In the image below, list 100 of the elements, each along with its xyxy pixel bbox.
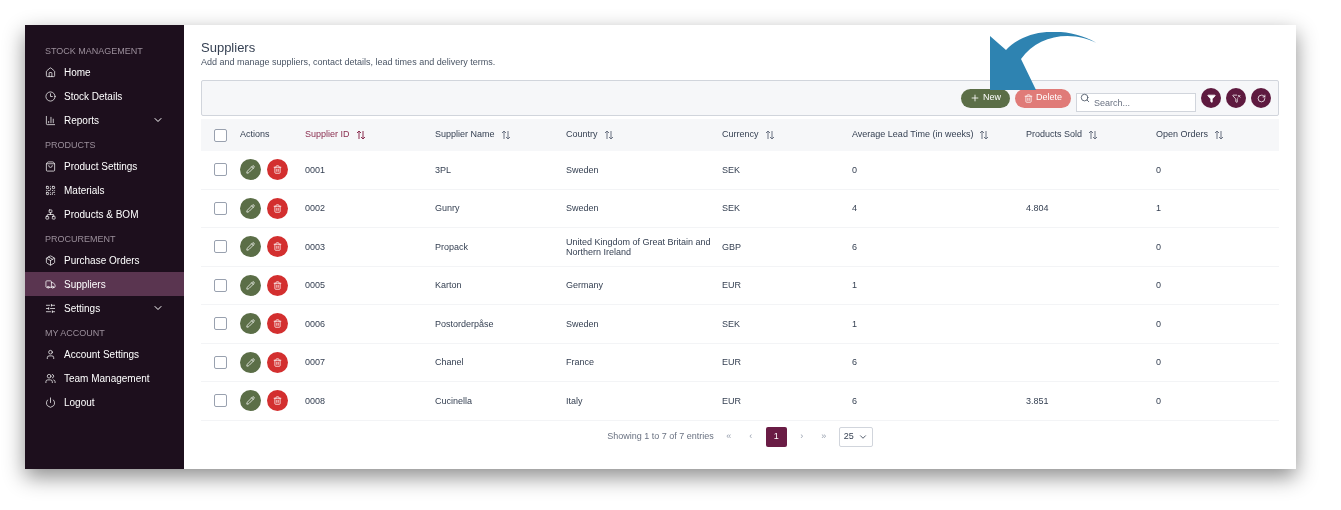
sidebar-item[interactable]: Account Settings <box>25 342 184 366</box>
row-checkbox[interactable] <box>214 355 227 369</box>
filter-off-icon <box>1231 93 1241 103</box>
pencil-icon <box>246 396 255 406</box>
sidebar-item[interactable]: Product Settings <box>25 154 184 178</box>
power-icon <box>45 396 56 408</box>
table-cell: Cucinella <box>435 395 473 406</box>
table-cell: 3PL <box>435 164 451 175</box>
box-icon <box>45 254 56 266</box>
table-cell: 0 <box>1156 395 1161 406</box>
sidebar-item[interactable]: Suppliers <box>25 272 184 296</box>
edit-button[interactable] <box>240 197 261 219</box>
edit-button[interactable] <box>240 159 261 181</box>
trash-icon <box>1024 93 1033 103</box>
refresh-button[interactable] <box>1251 88 1271 108</box>
trash-icon <box>273 203 282 213</box>
section-heading: MY ACCOUNT <box>44 327 106 340</box>
sidebar-item[interactable]: Team Management <box>25 366 184 390</box>
table-cell: Germany <box>566 280 603 291</box>
section-heading: PROCUREMENT <box>44 233 117 246</box>
page-subtitle: Add and manage suppliers, contact details, lead times and delivery terms. <box>201 56 497 68</box>
column-header[interactable]: Products Sold <box>1026 128 1083 142</box>
table-cell: 1 <box>852 280 857 291</box>
entries-info: Showing 1 to 7 of 7 entries <box>607 429 714 443</box>
edit-button[interactable] <box>240 351 261 373</box>
edit-button[interactable] <box>240 390 261 412</box>
delete-row-button[interactable] <box>267 236 288 258</box>
table-cell: Karton <box>435 280 462 291</box>
row-checkbox[interactable] <box>214 317 227 331</box>
table-cell: EUR <box>722 357 741 368</box>
table-cell: EUR <box>722 280 741 291</box>
column-header[interactable]: Country <box>566 128 598 142</box>
refresh-icon <box>1256 93 1266 103</box>
sidebar-item[interactable]: Logout <box>25 390 184 414</box>
sort-icon <box>1214 130 1225 140</box>
user-icon <box>45 348 56 360</box>
search-field[interactable]: Search... <box>1076 93 1196 112</box>
delete-row-button[interactable] <box>267 159 288 181</box>
row-checkbox[interactable] <box>214 201 227 215</box>
row-checkbox[interactable] <box>214 394 227 408</box>
delete-row-button[interactable] <box>267 351 288 373</box>
delete-row-button[interactable] <box>267 197 288 219</box>
sort-icon <box>500 130 511 140</box>
pencil-icon <box>246 319 255 329</box>
table-cell: 0008 <box>305 395 326 406</box>
table-cell: 0007 <box>305 357 326 368</box>
new-button[interactable]: New <box>960 88 1010 108</box>
column-header[interactable]: Supplier Name <box>435 128 495 142</box>
sidebar-item[interactable]: Settings <box>25 296 184 320</box>
row-checkbox[interactable] <box>214 240 227 254</box>
page-size-select[interactable]: 25 <box>838 426 873 447</box>
edit-button[interactable] <box>240 313 261 335</box>
sliders-icon <box>45 302 56 314</box>
table-cell: 4 <box>852 203 857 214</box>
delete-row-button[interactable] <box>267 274 288 296</box>
clear-filter-button[interactable] <box>1226 88 1246 108</box>
trash-icon <box>273 165 282 175</box>
section-heading: PRODUCTS <box>44 139 97 152</box>
sidebar-item[interactable]: Home <box>25 60 184 84</box>
pencil-icon <box>246 357 255 367</box>
sidebar-item[interactable]: Products & BOM <box>25 202 184 226</box>
sidebar-item[interactable]: Stock Details <box>25 84 184 108</box>
column-header[interactable]: Average Lead Time (in weeks) <box>852 128 974 142</box>
row-checkbox[interactable] <box>214 163 227 177</box>
filter-button[interactable] <box>1201 88 1221 108</box>
column-header[interactable]: Open Orders <box>1156 128 1209 142</box>
page-title: Suppliers <box>201 40 257 56</box>
table-cell: Propack <box>435 241 469 252</box>
table-cell: 0 <box>1156 357 1161 368</box>
page-button[interactable]: 1 <box>765 426 787 447</box>
table-cell: France <box>566 357 594 368</box>
select-all-checkbox[interactable] <box>214 128 227 142</box>
clock-icon <box>45 90 56 102</box>
sidebar-item[interactable]: Materials <box>25 178 184 202</box>
sidebar-item[interactable]: Reports <box>25 108 184 132</box>
trash-icon <box>273 319 282 329</box>
column-header[interactable]: Currency <box>722 128 759 142</box>
sort-icon <box>1088 130 1099 140</box>
pencil-icon <box>246 203 255 213</box>
edit-button[interactable] <box>240 274 261 296</box>
edit-button[interactable] <box>240 236 261 258</box>
table-cell: 0 <box>1156 318 1161 329</box>
table-cell: Sweden <box>566 164 599 175</box>
table-cell: SEK <box>722 203 740 214</box>
plus-icon <box>969 93 980 103</box>
bag-icon <box>45 160 56 172</box>
delete-row-button[interactable] <box>267 313 288 335</box>
trash-icon <box>273 396 282 406</box>
table-cell: 0005 <box>305 280 326 291</box>
sort-icon <box>979 130 990 140</box>
table-cell: 0 <box>852 164 857 175</box>
column-header[interactable]: Supplier ID <box>305 128 350 142</box>
search-icon <box>1080 93 1090 103</box>
trash-icon <box>273 242 282 252</box>
table-cell: SEK <box>722 164 740 175</box>
row-checkbox[interactable] <box>214 278 227 292</box>
sidebar-item[interactable]: Purchase Orders <box>25 248 184 272</box>
table-cell: GBP <box>722 241 741 252</box>
sort-icon <box>355 130 366 140</box>
delete-row-button[interactable] <box>267 390 288 412</box>
